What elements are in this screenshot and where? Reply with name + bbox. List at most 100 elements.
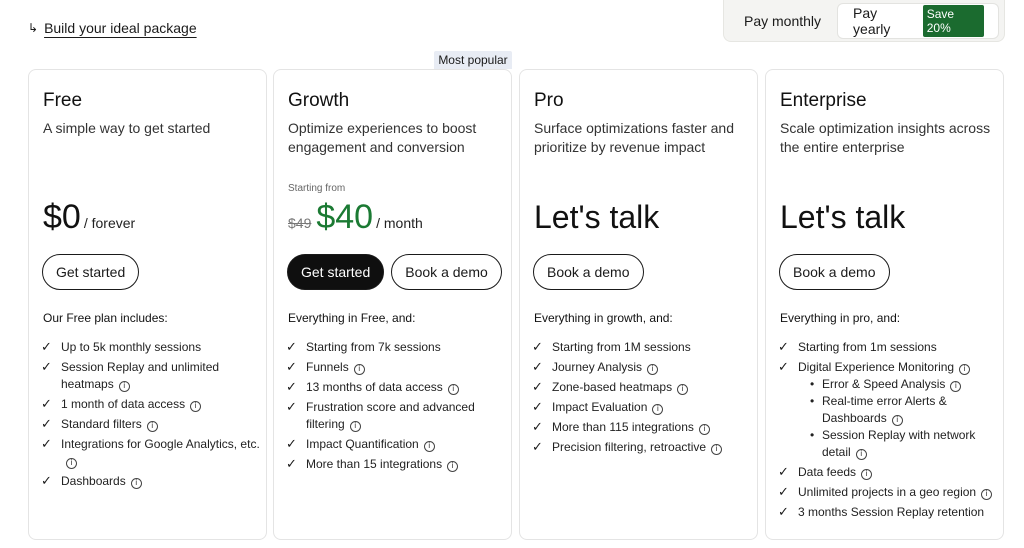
book-demo-button[interactable]: Book a demo — [779, 254, 890, 290]
build-package-label[interactable]: Build your ideal package — [44, 20, 197, 36]
info-icon[interactable]: i — [950, 380, 962, 392]
pay-monthly-option[interactable]: Pay monthly — [724, 3, 837, 39]
feature-item: ✓ Up to 5k monthly sessions — [41, 339, 266, 356]
plan-name: Pro — [534, 90, 564, 111]
feature-item: ✓ Frustration score and advanced filterin… — [286, 399, 511, 433]
info-icon[interactable]: i — [447, 460, 459, 472]
feature-text: Data feeds — [798, 465, 857, 479]
sub-feature-item: • Error & Speed Analysis i — [810, 376, 1003, 393]
info-icon[interactable]: i — [130, 477, 142, 489]
plan-name: Growth — [288, 90, 350, 111]
info-icon[interactable]: i — [423, 440, 435, 452]
feature-text: Journey Analysis — [552, 360, 643, 374]
feature-text: Standard filters — [61, 417, 142, 431]
info-icon[interactable]: i — [981, 488, 993, 500]
feature-item: ✓ Impact Quantification i — [286, 436, 511, 453]
feature-list: ✓ Up to 5k monthly sessions ✓ Session Repl… — [41, 339, 266, 493]
feature-text: Zone-based heatmaps — [552, 380, 673, 394]
feature-item: ✓ 3 months Session Replay retention — [778, 504, 1003, 521]
check-icon: ✓ — [532, 440, 543, 455]
info-icon[interactable]: i — [959, 363, 971, 375]
feature-text: Digital Experience Monitoring — [798, 360, 955, 374]
billing-toggle: Pay monthly Pay yearly Save 20% — [723, 0, 1005, 42]
price-value: Let's talk — [534, 199, 660, 235]
info-icon[interactable]: i — [349, 420, 361, 432]
book-demo-button[interactable]: Book a demo — [391, 254, 502, 290]
feature-item: ✓ Session Replay and unlimited heatmaps i — [41, 359, 266, 393]
plan-description: Optimize experiences to boost engagement… — [288, 120, 477, 155]
feature-item: ✓ Standard filters i — [41, 416, 266, 433]
sub-feature-text: Session Replay with network detail — [822, 428, 976, 459]
book-demo-button[interactable]: Book a demo — [533, 254, 644, 290]
plan-name: Free — [43, 90, 83, 111]
info-icon[interactable]: i — [353, 363, 365, 375]
feature-item: ✓ More than 15 integrations i — [286, 456, 511, 473]
plan-name: Enterprise — [780, 90, 867, 111]
feature-text: Up to 5k monthly sessions — [61, 340, 202, 354]
check-icon: ✓ — [286, 360, 297, 375]
feature-text: Funnels — [306, 360, 349, 374]
info-icon[interactable]: i — [861, 468, 873, 480]
pay-yearly-label: Pay yearly — [853, 4, 891, 37]
plan-description: Surface optimizations faster and priorit… — [534, 120, 734, 155]
pay-monthly-label: Pay monthly — [744, 12, 822, 29]
info-icon[interactable]: i — [447, 383, 459, 395]
info-icon[interactable]: i — [677, 383, 689, 395]
info-icon[interactable]: i — [146, 420, 158, 432]
feature-item: ✓ Digital Experience Monitoring i • Error … — [778, 359, 1003, 461]
feature-item: ✓ Data feeds i — [778, 464, 1003, 481]
check-icon: ✓ — [532, 360, 543, 375]
price-row: $0 / forever — [43, 198, 135, 237]
plan-card-free: Free A simple way to get started $0 / fo… — [28, 69, 267, 540]
feature-item: ✓ Funnels i — [286, 359, 511, 376]
check-icon: ✓ — [41, 360, 52, 375]
pay-yearly-option[interactable]: Pay yearly Save 20% — [837, 2, 999, 39]
info-icon[interactable]: i — [647, 363, 659, 375]
feature-text: Frustration score and advanced filtering — [306, 400, 475, 431]
check-icon: ✓ — [778, 465, 789, 480]
check-icon: ✓ — [778, 360, 789, 375]
plan-description: A simple way to get started — [43, 120, 211, 136]
feature-text: Unlimited projects in a geo region — [798, 485, 977, 499]
info-icon[interactable]: i — [652, 403, 664, 415]
check-icon: ✓ — [778, 485, 789, 500]
feature-item: ✓ Zone-based heatmaps i — [532, 379, 757, 396]
feature-text: Session Replay and unlimited heatmaps — [61, 360, 220, 391]
sub-feature-list: • Error & Speed Analysis i • Real-time erro… — [810, 376, 1003, 461]
feature-item: ✓ 1 month of data access i — [41, 396, 266, 413]
check-icon: ✓ — [286, 437, 297, 452]
info-icon[interactable]: i — [711, 443, 723, 455]
feature-list: ✓ Starting from 1M sessions ✓ Journey Anal… — [532, 339, 757, 459]
info-icon[interactable]: i — [698, 423, 710, 435]
feature-item: ✓ Dashboards i — [41, 473, 266, 490]
most-popular-tag: Most popular — [434, 51, 512, 69]
info-icon[interactable]: i — [66, 457, 77, 469]
sub-feature-item: • Real-time error Alerts & Dashboards i — [810, 394, 947, 426]
feature-item: ✓ More than 115 integrations i — [532, 419, 757, 436]
get-started-button[interactable]: Get started — [42, 254, 140, 290]
feature-item: ✓ Integrations for Google Analytics, etc.… — [41, 436, 266, 470]
info-icon[interactable]: i — [855, 448, 867, 460]
plan-card-growth: Growth Optimize experiences to boost eng… — [273, 69, 512, 540]
check-icon: ✓ — [41, 474, 52, 489]
plan-description: Scale optimization insights across the e… — [780, 120, 991, 155]
feature-item: ✓ Starting from 1m sessions — [778, 339, 1003, 356]
feature-item: ✓ 13 months of data access i — [286, 379, 511, 396]
feature-item: ✓ Precision filtering, retroactive i — [532, 439, 757, 456]
check-icon: ✓ — [41, 437, 52, 452]
includes-heading: Our Free plan includes: — [43, 311, 168, 325]
info-icon[interactable]: i — [190, 400, 202, 412]
info-icon[interactable]: i — [891, 414, 903, 426]
get-started-button[interactable]: Get started — [287, 254, 385, 290]
feature-text: Precision filtering, retroactive — [552, 440, 707, 454]
plan-card-pro: Pro Surface optimizations faster and pri… — [519, 69, 758, 540]
feature-item: ✓ Starting from 7k sessions — [286, 339, 511, 356]
feature-item: ✓ Unlimited projects in a geo region i — [778, 484, 1003, 501]
check-icon: ✓ — [41, 340, 52, 355]
return-arrow-icon: ↳ — [28, 21, 39, 35]
plan-card-enterprise: Enterprise Scale optimization insights a… — [765, 69, 1004, 540]
check-icon: ✓ — [286, 457, 297, 472]
sub-feature-text: Real-time error Alerts & Dashboards — [822, 394, 947, 425]
build-package-link[interactable]: ↳ Build your ideal package — [28, 20, 197, 36]
info-icon[interactable]: i — [118, 380, 130, 392]
